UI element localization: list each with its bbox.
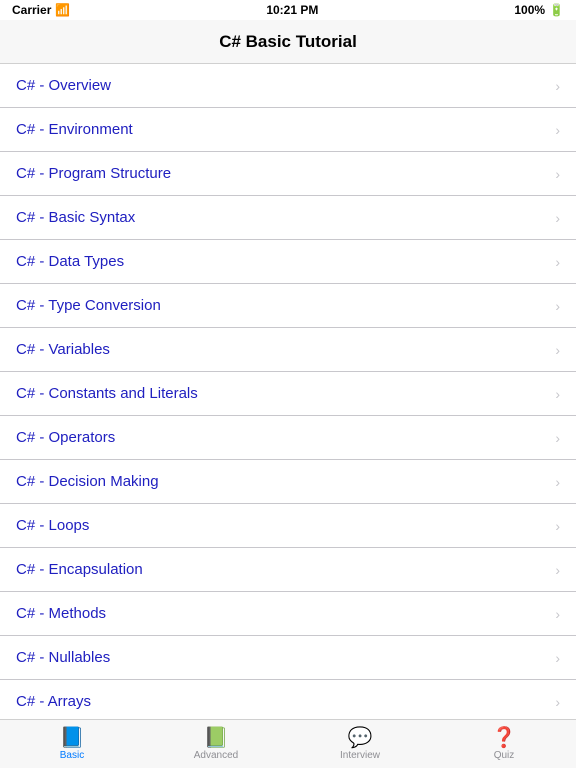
chevron-icon: ›	[555, 474, 560, 490]
wifi-icon: 📶	[55, 3, 70, 17]
list-item-label: C# - Program Structure	[16, 165, 171, 182]
status-left: Carrier 📶	[12, 3, 70, 17]
list-item-label: C# - Constants and Literals	[16, 385, 198, 402]
status-bar: Carrier 📶 10:21 PM 100% 🔋	[0, 0, 576, 20]
chevron-icon: ›	[555, 386, 560, 402]
nav-title: C# Basic Tutorial	[219, 32, 357, 52]
chevron-icon: ›	[555, 518, 560, 534]
tab-basic[interactable]: 📘 Basic	[0, 720, 144, 768]
list-item[interactable]: C# - Arrays ›	[0, 680, 576, 719]
list-item-label: C# - Nullables	[16, 649, 110, 666]
tab-advanced[interactable]: 📗 Advanced	[144, 720, 288, 768]
list-item[interactable]: C# - Basic Syntax ›	[0, 196, 576, 240]
tab-icon: 💬	[348, 728, 373, 748]
chevron-icon: ›	[555, 78, 560, 94]
chevron-icon: ›	[555, 430, 560, 446]
tab-bar: 📘 Basic 📗 Advanced 💬 Interview ❓ Quiz	[0, 719, 576, 768]
list-item[interactable]: C# - Type Conversion ›	[0, 284, 576, 328]
status-right: 100% 🔋	[514, 3, 564, 17]
list-item-label: C# - Overview	[16, 77, 111, 94]
list-item-label: C# - Encapsulation	[16, 561, 143, 578]
tab-icon: ❓	[492, 728, 517, 748]
list-item[interactable]: C# - Program Structure ›	[0, 152, 576, 196]
list-item-label: C# - Loops	[16, 517, 89, 534]
tab-label: Interview	[340, 750, 380, 761]
list-item[interactable]: C# - Loops ›	[0, 504, 576, 548]
list-item-label: C# - Arrays	[16, 693, 91, 710]
tab-quiz[interactable]: ❓ Quiz	[432, 720, 576, 768]
battery-icon: 🔋	[549, 3, 564, 17]
list-item[interactable]: C# - Methods ›	[0, 592, 576, 636]
chevron-icon: ›	[555, 606, 560, 622]
chevron-icon: ›	[555, 166, 560, 182]
list-item-label: C# - Data Types	[16, 253, 124, 270]
tab-label: Advanced	[194, 750, 238, 761]
list-item-label: C# - Variables	[16, 341, 110, 358]
chevron-icon: ›	[555, 122, 560, 138]
chevron-icon: ›	[555, 562, 560, 578]
list-item[interactable]: C# - Nullables ›	[0, 636, 576, 680]
tab-interview[interactable]: 💬 Interview	[288, 720, 432, 768]
list-item[interactable]: C# - Overview ›	[0, 64, 576, 108]
list-item[interactable]: C# - Encapsulation ›	[0, 548, 576, 592]
chevron-icon: ›	[555, 650, 560, 666]
chevron-icon: ›	[555, 254, 560, 270]
battery-label: 100%	[514, 3, 545, 17]
list-item-label: C# - Decision Making	[16, 473, 159, 490]
list-item-label: C# - Environment	[16, 121, 133, 138]
tab-label: Quiz	[494, 750, 515, 761]
chevron-icon: ›	[555, 210, 560, 226]
chevron-icon: ›	[555, 342, 560, 358]
list-container: C# - Overview › C# - Environment › C# - …	[0, 64, 576, 719]
list-item[interactable]: C# - Data Types ›	[0, 240, 576, 284]
list-item-label: C# - Basic Syntax	[16, 209, 135, 226]
list-item-label: C# - Operators	[16, 429, 115, 446]
list-item[interactable]: C# - Decision Making ›	[0, 460, 576, 504]
chevron-icon: ›	[555, 694, 560, 710]
list-item-label: C# - Methods	[16, 605, 106, 622]
chevron-icon: ›	[555, 298, 560, 314]
nav-bar: C# Basic Tutorial	[0, 20, 576, 64]
list-item[interactable]: C# - Operators ›	[0, 416, 576, 460]
tab-label: Basic	[60, 750, 84, 761]
status-time: 10:21 PM	[266, 3, 318, 17]
list-item[interactable]: C# - Constants and Literals ›	[0, 372, 576, 416]
list-item[interactable]: C# - Environment ›	[0, 108, 576, 152]
list-item[interactable]: C# - Variables ›	[0, 328, 576, 372]
carrier-label: Carrier	[12, 3, 51, 17]
list-item-label: C# - Type Conversion	[16, 297, 161, 314]
tab-icon: 📘	[60, 728, 85, 748]
tab-icon: 📗	[204, 728, 229, 748]
